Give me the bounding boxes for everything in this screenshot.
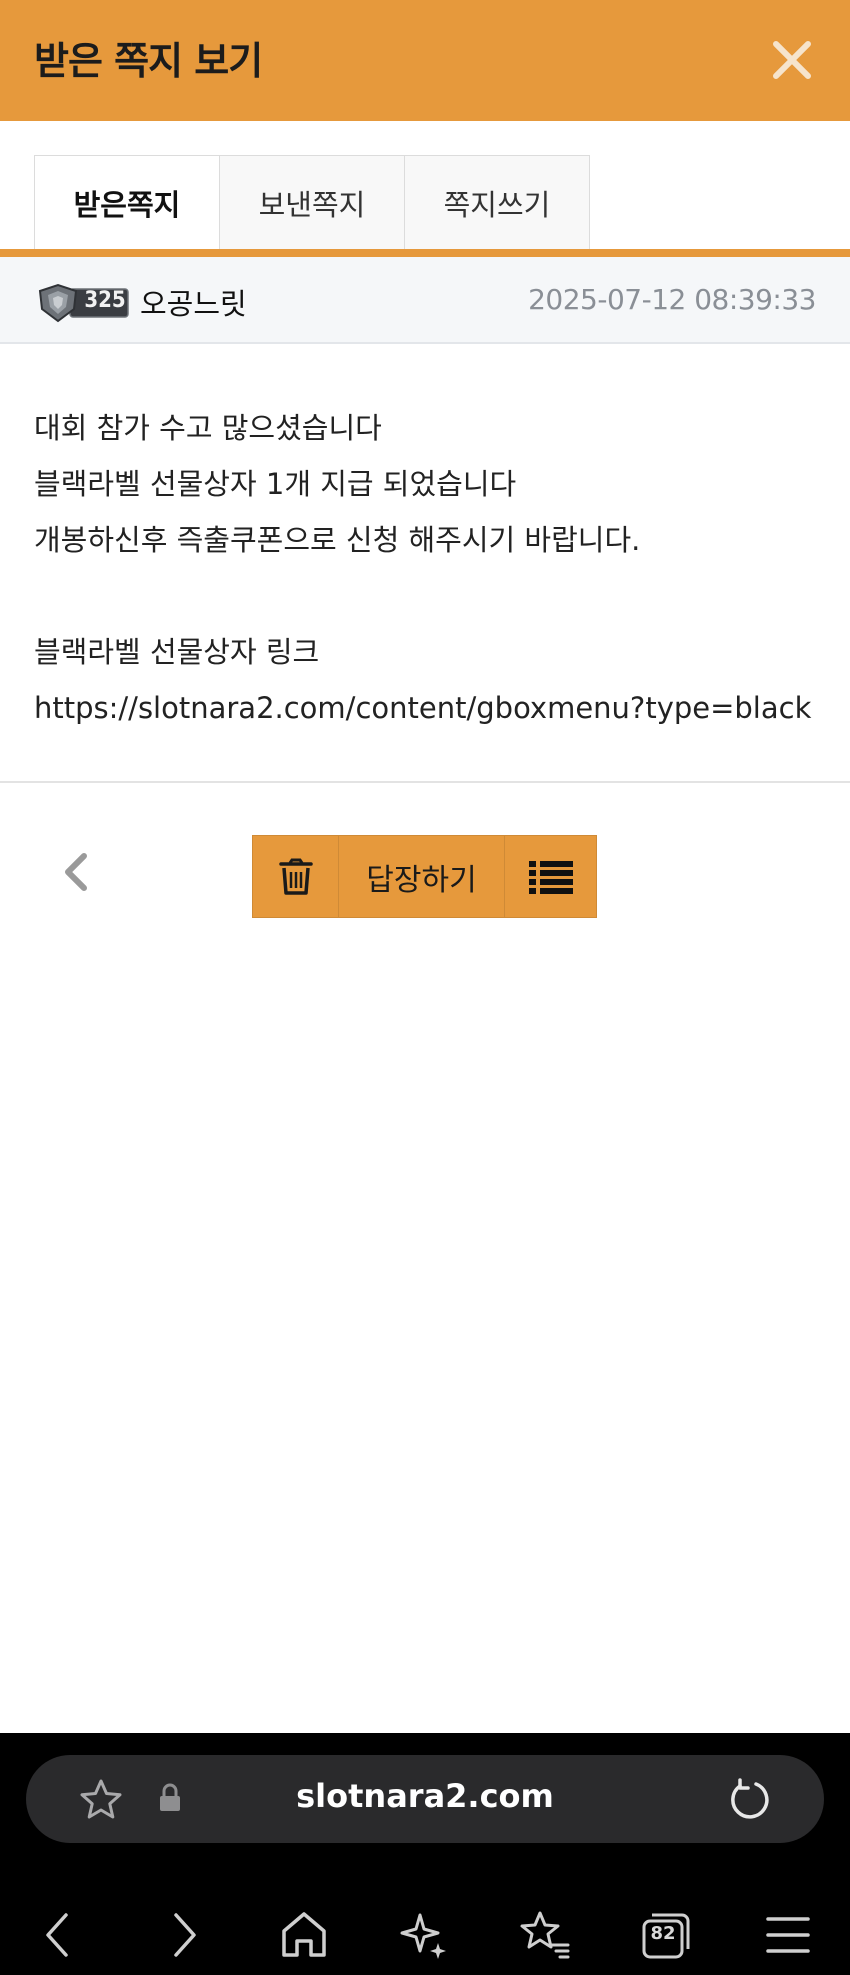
message-actions: 답장하기 — [252, 835, 597, 918]
page-title: 받은 쪽지 보기 — [34, 39, 263, 83]
tab-received[interactable]: 받은쪽지 — [34, 155, 220, 250]
list-button[interactable] — [504, 836, 596, 917]
forward-icon[interactable] — [152, 1903, 216, 1967]
message-tabs: 받은쪽지 보낸쪽지 쪽지쓰기 — [34, 155, 590, 250]
message-line: 대회 참가 수고 많으셨습니다 — [34, 411, 382, 445]
reply-button[interactable]: 답장하기 — [338, 836, 504, 917]
message-line: 개봉하신후 즉출쿠폰으로 신청 해주시기 바랍니다. — [34, 523, 641, 557]
message-line: 블랙라벨 선물상자 1개 지급 되었습니다 — [34, 467, 517, 501]
home-icon[interactable] — [272, 1903, 336, 1967]
message-meta: 325 오공느릿 2025-07-12 08:39:33 — [0, 257, 850, 344]
delete-button[interactable] — [253, 836, 338, 917]
reload-icon[interactable] — [726, 1777, 772, 1823]
sender-name[interactable]: 오공느릿 — [140, 281, 247, 323]
back-icon[interactable] — [26, 1903, 90, 1967]
url-text[interactable]: slotnara2.com — [26, 1777, 824, 1815]
tab-sent[interactable]: 보낸쪽지 — [219, 155, 405, 250]
tab-count: 82 — [650, 1923, 676, 1944]
level-badge: 325 — [36, 283, 130, 323]
message-line: 블랙라벨 선물상자 링크 — [34, 635, 320, 669]
message-body: 대회 참가 수고 많으셨습니다 블랙라벨 선물상자 1개 지급 되었습니다 개봉… — [34, 400, 834, 736]
tabs-icon[interactable]: 82 — [634, 1903, 698, 1967]
level-number: 325 — [84, 288, 126, 313]
tab-write[interactable]: 쪽지쓰기 — [404, 155, 590, 250]
tab-underline — [0, 249, 850, 257]
sparkle-icon[interactable] — [392, 1903, 456, 1967]
close-icon[interactable] — [766, 34, 818, 86]
message-link[interactable]: https://slotnara2.com/content/gboxmenu?t… — [34, 680, 834, 736]
bookmarks-icon[interactable] — [512, 1903, 576, 1967]
chevron-left-icon[interactable] — [56, 850, 96, 894]
trash-icon — [278, 858, 313, 895]
browser-nav: 82 — [0, 1903, 850, 1967]
message-datetime: 2025-07-12 08:39:33 — [528, 283, 816, 316]
menu-icon[interactable] — [756, 1903, 820, 1967]
list-icon — [528, 860, 573, 894]
message-line — [34, 568, 834, 624]
header-bar: 받은 쪽지 보기 — [0, 0, 850, 121]
content-divider — [0, 781, 850, 783]
address-bar[interactable]: slotnara2.com — [26, 1755, 824, 1843]
browser-toolbar: slotnara2.com 82 — [0, 1733, 850, 1975]
